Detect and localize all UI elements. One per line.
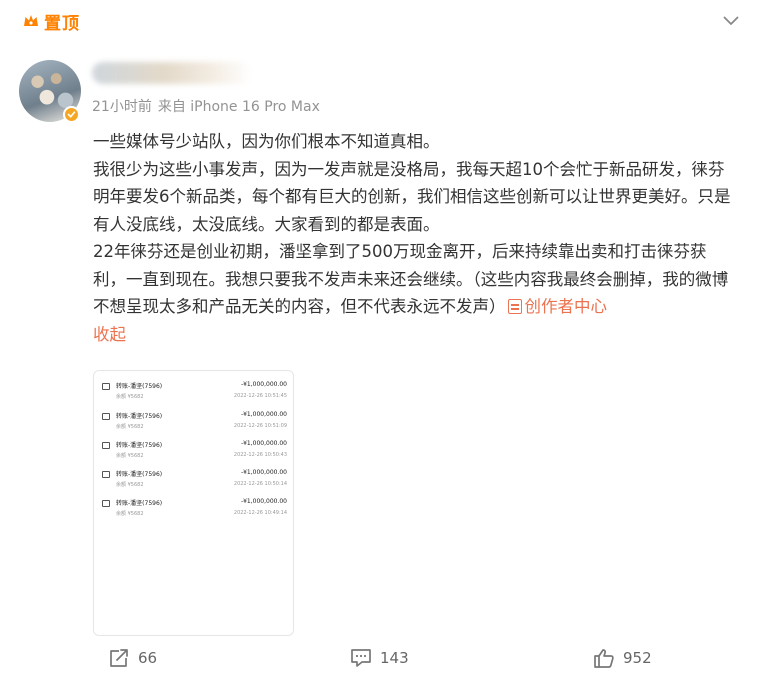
creator-center-label: 创作者中心	[524, 297, 608, 316]
checkbox-icon	[102, 442, 110, 449]
transaction-amount: -¥1,000,000.00	[240, 440, 287, 447]
more-options-button[interactable]	[718, 10, 744, 32]
action-bar: 66 143 952	[0, 648, 762, 674]
transaction-date: 2022-12-26 10:49:14	[233, 510, 287, 516]
pin-icon	[24, 15, 38, 26]
comment-icon	[351, 649, 371, 667]
post-paragraph-text: 22年徕芬还是创业初期，潘坚拿到了500万现金离开，后来持续靠出卖和打击徕芬获利…	[93, 242, 729, 316]
transaction-balance: 余额 ¥5682	[116, 511, 144, 517]
transaction-balance: 余额 ¥5682	[116, 453, 144, 459]
transaction-date: 2022-12-26 10:50:14	[233, 481, 287, 487]
transaction-row: 转账-潘坚(7596) -¥1,000,000.00 余额 ¥5682 2022…	[102, 411, 287, 439]
transaction-balance: 余额 ¥5682	[116, 482, 144, 488]
post-paragraph: 一些媒体号少站队，因为你们根本不知道真相。	[93, 132, 440, 151]
creator-center-link[interactable]: 创作者中心	[506, 297, 608, 316]
repost-count: 66	[138, 649, 158, 667]
transaction-row: 转账-潘坚(7596) -¥1,000,000.00 余额 ¥5682 2022…	[102, 440, 287, 468]
transaction-title: 转账-潘坚(7596)	[116, 471, 163, 478]
transaction-amount: -¥1,000,000.00	[240, 469, 287, 476]
transaction-date: 2022-12-26 10:51:09	[233, 423, 287, 429]
pin-label: 置顶	[44, 13, 80, 34]
post-paragraph: 我很少为这些小事发声，因为一发声就是没格局，我每天超10个会忙于新品研发，徕芬明…	[93, 159, 731, 234]
transaction-date: 2022-12-26 10:50:43	[233, 452, 287, 458]
repost-icon	[110, 649, 128, 667]
thumbs-up-icon	[594, 649, 614, 668]
username-blurred[interactable]	[92, 62, 252, 84]
verified-badge-icon	[63, 106, 80, 123]
transaction-amount: -¥1,000,000.00	[240, 411, 287, 418]
pinned-indicator: 置顶	[22, 10, 80, 34]
comment-button[interactable]: 143	[350, 648, 409, 668]
post-body: 一些媒体号少站队，因为你们根本不知道真相。 我很少为这些小事发声，因为一发声就是…	[93, 128, 733, 348]
checkbox-icon	[102, 413, 110, 420]
document-icon	[507, 299, 522, 314]
transaction-row: 转账-潘坚(7596) -¥1,000,000.00 余额 ¥5682 2022…	[102, 469, 287, 497]
like-button[interactable]: 952	[593, 648, 652, 668]
post-meta: 21小时前 来自 iPhone 16 Pro Max	[92, 96, 320, 116]
transaction-amount: -¥1,000,000.00	[240, 498, 287, 505]
transaction-title: 转账-潘坚(7596)	[116, 383, 163, 390]
post-source: 来自 iPhone 16 Pro Max	[157, 99, 320, 115]
transaction-balance: 余额 ¥5682	[116, 424, 144, 430]
transaction-title: 转账-潘坚(7596)	[116, 442, 163, 449]
checkbox-icon	[102, 383, 110, 390]
comment-count: 143	[380, 649, 409, 667]
chevron-down-icon	[723, 16, 739, 25]
collapse-link[interactable]: 收起	[93, 321, 733, 349]
transaction-title: 转账-潘坚(7596)	[116, 500, 163, 507]
transaction-date: 2022-12-26 10:51:45	[233, 393, 287, 399]
transaction-row: 转账-潘坚(7596) -¥1,000,000.00 余额 ¥5682 2022…	[102, 498, 287, 526]
transaction-balance: 余额 ¥5682	[116, 394, 144, 400]
checkbox-icon	[102, 500, 110, 507]
like-count: 952	[623, 649, 652, 667]
repost-button[interactable]: 66	[108, 648, 157, 668]
attached-image[interactable]: 转账-潘坚(7596) -¥1,000,000.00 余额 ¥5682 2022…	[93, 370, 294, 636]
post-time[interactable]: 21小时前	[92, 96, 152, 116]
transaction-row: 转账-潘坚(7596) -¥1,000,000.00 余额 ¥5682 2022…	[102, 381, 287, 409]
transaction-title: 转账-潘坚(7596)	[116, 413, 163, 420]
checkbox-icon	[102, 471, 110, 478]
post-paragraph: 22年徕芬还是创业初期，潘坚拿到了500万现金离开，后来持续靠出卖和打击徕芬获利…	[93, 238, 733, 321]
transaction-amount: -¥1,000,000.00	[240, 381, 287, 388]
